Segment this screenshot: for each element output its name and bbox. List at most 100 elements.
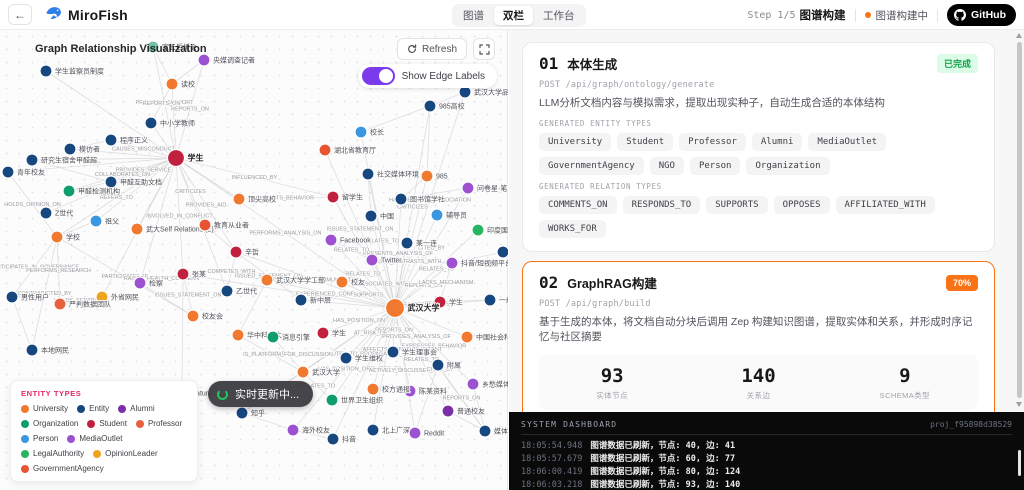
graph-node[interactable] — [317, 327, 329, 339]
github-button[interactable]: GitHub — [947, 4, 1016, 26]
graph-node[interactable] — [40, 65, 52, 77]
graph-node[interactable] — [367, 383, 379, 395]
graph-node[interactable] — [131, 223, 143, 235]
relation-type-tags: COMMENTS_ONRESPONDS_TOSUPPORTSOPPOSESAFF… — [539, 196, 978, 238]
graph-node[interactable] — [145, 117, 157, 129]
graph-node[interactable] — [432, 359, 444, 371]
step-title: 图谱构建 — [800, 7, 846, 23]
graph-node[interactable] — [105, 134, 117, 146]
graph-node[interactable] — [267, 331, 279, 343]
graph-node[interactable] — [461, 331, 473, 343]
graph-node[interactable] — [2, 166, 14, 178]
graph-node[interactable] — [431, 209, 443, 221]
graph-node[interactable] — [198, 54, 210, 66]
mirofish-fish-icon — [44, 3, 63, 27]
edge-label: INFLUENCED_BY — [232, 175, 278, 181]
graph-node[interactable] — [327, 433, 339, 445]
graph-node[interactable] — [319, 144, 331, 156]
graph-node[interactable] — [386, 299, 405, 318]
type-tag: Professor — [679, 133, 746, 151]
graph-node[interactable] — [166, 78, 178, 90]
edge-labels-control: Show Edge Labels — [358, 64, 497, 88]
node-label: 学生监察员制度 — [55, 67, 104, 76]
graph-node[interactable] — [366, 254, 378, 266]
graph-node[interactable] — [26, 154, 38, 166]
graph-node[interactable] — [236, 407, 248, 419]
graph-node[interactable] — [230, 246, 242, 258]
graph-node[interactable] — [424, 100, 436, 112]
refresh-button[interactable]: Refresh — [397, 38, 467, 60]
graph-node[interactable] — [446, 257, 458, 269]
graph-node[interactable] — [64, 143, 76, 155]
edge-label: HOLDS_OPINION_ON — [4, 202, 61, 208]
graph-node[interactable] — [295, 294, 307, 306]
tab-graph[interactable]: 图谱 — [454, 6, 493, 25]
edge-label: REPORTS_ON — [143, 101, 181, 107]
node-label: 新中层 — [310, 296, 331, 305]
graph-node[interactable] — [134, 277, 146, 289]
github-icon — [954, 9, 966, 21]
graph-node[interactable] — [479, 425, 491, 437]
graph-node[interactable] — [401, 237, 413, 249]
graph-node[interactable] — [232, 329, 244, 341]
graph-node[interactable] — [367, 424, 379, 436]
graph-node[interactable] — [168, 150, 185, 167]
graph-node[interactable] — [340, 352, 352, 364]
graph-node[interactable] — [221, 285, 233, 297]
graph-node[interactable] — [54, 298, 66, 310]
graph-node[interactable] — [395, 193, 407, 205]
tab-workbench[interactable]: 工作台 — [534, 6, 584, 25]
graph-node[interactable] — [442, 405, 454, 417]
legend-color-dot — [21, 450, 29, 458]
graph-node[interactable] — [467, 378, 479, 390]
fullscreen-button[interactable] — [473, 38, 495, 60]
graph-node[interactable] — [336, 276, 348, 288]
graph-node[interactable] — [409, 427, 421, 439]
graph-node[interactable] — [187, 310, 199, 322]
edge-label: IS_PLATFORM_FOR_DISCUSSION — [243, 352, 333, 358]
graph-node[interactable] — [326, 394, 338, 406]
scrollbar-down-arrow[interactable] — [1016, 402, 1022, 407]
logo[interactable]: MiroFish — [44, 3, 128, 27]
node-label: 程序正义 — [120, 136, 148, 145]
scrollbar-thumb[interactable] — [1017, 42, 1022, 398]
back-button[interactable]: ← — [8, 4, 32, 25]
tab-split[interactable]: 双栏 — [494, 6, 533, 25]
graph-node[interactable] — [51, 231, 63, 243]
edge-labels-toggle[interactable] — [362, 67, 395, 85]
graph-node[interactable] — [365, 210, 377, 222]
type-tag: Student — [617, 133, 673, 151]
graph-node[interactable] — [233, 193, 245, 205]
edge-label: PROVIDES_AID — [186, 203, 227, 209]
node-label: 校方通报 — [382, 385, 410, 394]
graph-node[interactable] — [497, 246, 508, 258]
graph-node[interactable] — [40, 207, 52, 219]
node-label: 模仿者 — [79, 145, 100, 154]
graph-node[interactable] — [177, 268, 189, 280]
graph-node[interactable] — [387, 346, 399, 358]
graph-node[interactable] — [327, 191, 339, 203]
graph-node[interactable] — [90, 215, 102, 227]
node-label: 乙世代 — [236, 287, 257, 296]
graph-node[interactable] — [362, 168, 374, 180]
graph-node[interactable] — [26, 344, 38, 356]
node-label: 男性用户 — [21, 293, 49, 302]
graph-node[interactable] — [462, 182, 474, 194]
graph-node[interactable] — [297, 366, 309, 378]
graph-node[interactable] — [199, 219, 211, 231]
graph-node[interactable] — [63, 185, 75, 197]
type-tag: SUPPORTS — [706, 196, 767, 214]
graph-panel-title: Graph Relationship Visualization — [35, 43, 207, 55]
terminal-scrollbar-thumb[interactable] — [1018, 450, 1021, 476]
graph-node[interactable] — [287, 424, 299, 436]
scrollbar-up-arrow[interactable] — [1016, 33, 1022, 38]
graph-node[interactable] — [325, 234, 337, 246]
graph-node[interactable] — [421, 170, 433, 182]
graph-node[interactable] — [6, 291, 18, 303]
stat-value: 140 — [685, 365, 831, 387]
graph-node[interactable] — [484, 294, 496, 306]
graph-node[interactable] — [105, 176, 117, 188]
graph-node[interactable] — [261, 274, 273, 286]
graph-node[interactable] — [355, 126, 367, 138]
graph-node[interactable] — [472, 224, 484, 236]
